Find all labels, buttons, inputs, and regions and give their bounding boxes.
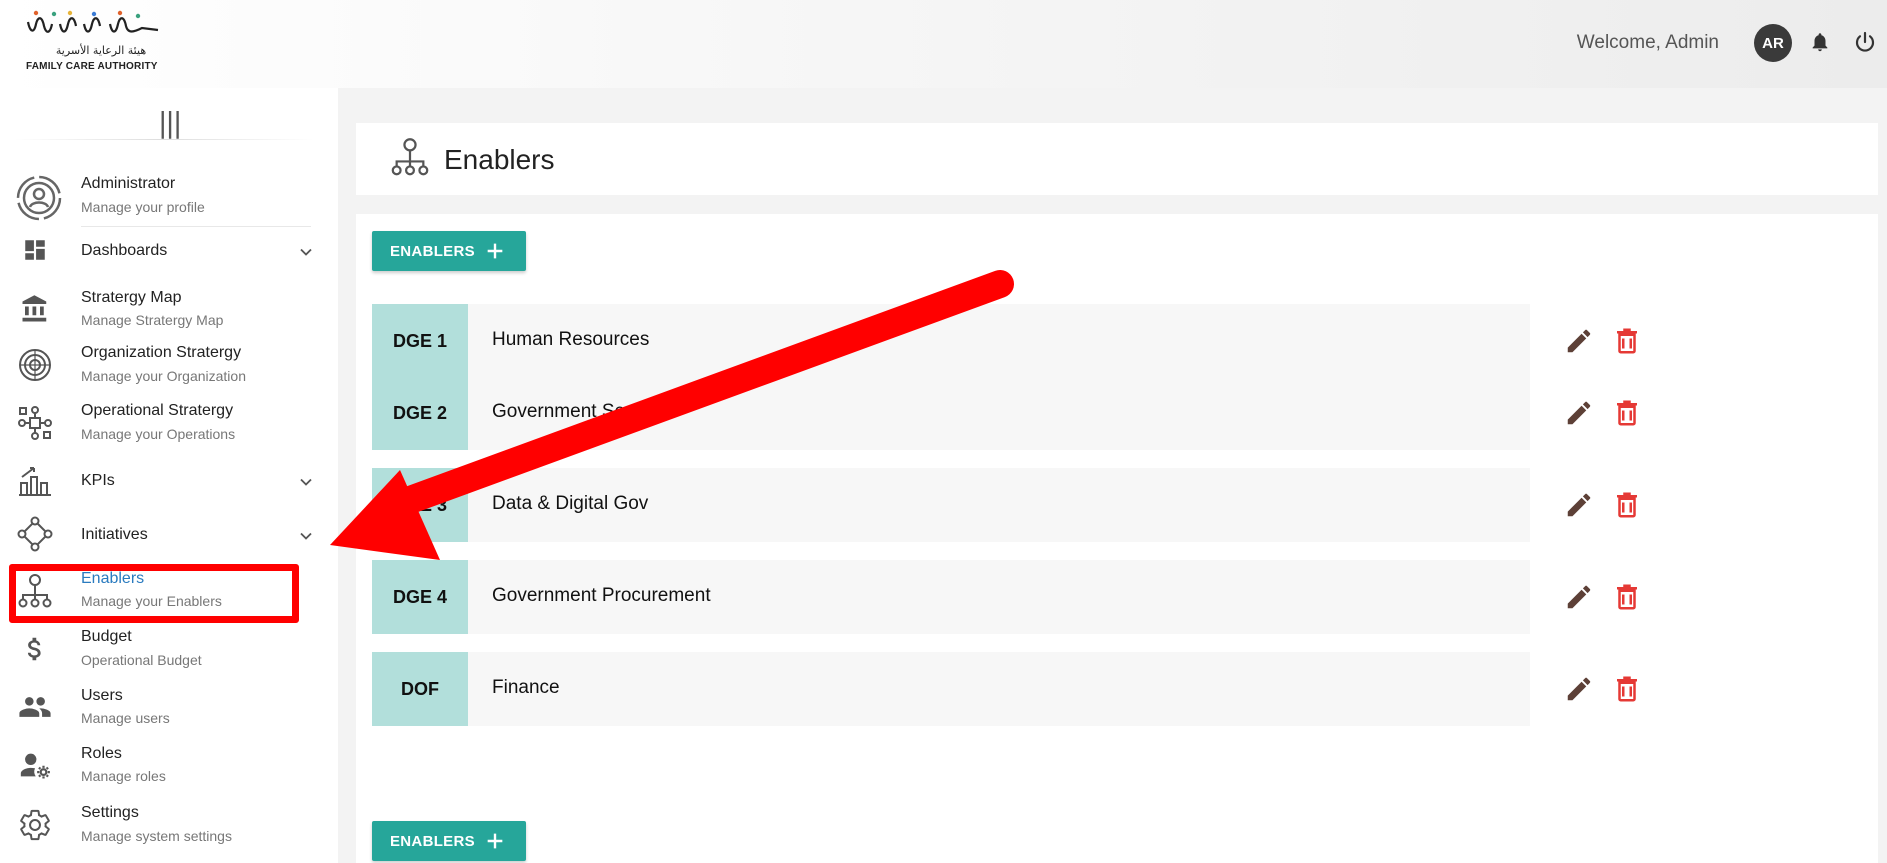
sidebar-item-label: Dashboards xyxy=(81,242,168,259)
sidebar-item-initiatives[interactable]: Initiatives xyxy=(0,512,338,556)
dashboard-icon xyxy=(16,231,54,269)
table-row: DGE 4 Government Procurement xyxy=(372,560,1530,634)
chevron-down-icon[interactable] xyxy=(296,242,316,262)
logo-arabic-text: هيئة الرعاية الأسرية xyxy=(55,44,147,57)
user-circle-icon xyxy=(16,175,62,221)
plus-icon xyxy=(487,833,503,849)
app-header: هيئة الرعاية الأسرية FAMILY CARE AUTHORI… xyxy=(0,0,1887,88)
logo-english-text: FAMILY CARE AUTHORITY xyxy=(26,61,158,72)
delete-icon[interactable] xyxy=(1612,582,1642,612)
gear-icon xyxy=(16,806,54,844)
hierarchy-icon xyxy=(391,138,429,176)
enablers-list-card: ENABLERS DGE 1 Human Resources DGE 2 Gov… xyxy=(356,214,1878,863)
annotation-highlight-box xyxy=(9,564,299,623)
power-icon[interactable] xyxy=(1851,28,1879,56)
sidebar-item-operational-stratergy[interactable]: Operational Stratergy Manage your Operat… xyxy=(0,400,338,456)
table-row: DGE 1 Human Resources xyxy=(372,304,1530,378)
sidebar-item-label: Users xyxy=(81,687,123,704)
sidebar-item-label: Stratergy Map xyxy=(81,289,182,306)
chevron-down-icon[interactable] xyxy=(296,472,316,492)
sidebar-item-sublabel: Manage your Operations xyxy=(81,426,236,442)
sidebar-item-label: Initiatives xyxy=(81,526,148,543)
table-row: DGE 2 Government Services xyxy=(372,376,1530,450)
sidebar-item-label: Administrator xyxy=(81,175,176,192)
enabler-code: DGE 1 xyxy=(372,304,468,378)
sidebar-item-settings[interactable]: Settings Manage system settings xyxy=(0,800,338,856)
sidebar-item-sublabel: Manage users xyxy=(81,710,170,726)
sidebar-item-sublabel: Manage Stratergy Map xyxy=(81,312,224,328)
sidebar-item-sublabel: Manage system settings xyxy=(81,828,232,844)
edit-icon[interactable] xyxy=(1564,398,1594,428)
page-header-card: Enablers xyxy=(356,123,1878,195)
enabler-code: DOF xyxy=(372,652,468,726)
enabler-name: Data & Digital Gov xyxy=(492,493,649,514)
add-button-label: ENABLERS xyxy=(390,242,475,260)
sidebar-item-sublabel: Operational Budget xyxy=(81,652,202,668)
delete-icon[interactable] xyxy=(1612,490,1642,520)
welcome-text: Welcome, Admin xyxy=(1576,32,1719,53)
edit-icon[interactable] xyxy=(1564,490,1594,520)
diamond-nodes-icon xyxy=(16,515,54,553)
sidebar-item-sublabel: Manage roles xyxy=(81,768,166,784)
users-icon xyxy=(16,688,54,726)
sidebar-item-kpis[interactable]: KPIs xyxy=(0,458,338,502)
divider xyxy=(14,139,314,140)
enabler-name: Finance xyxy=(492,677,560,698)
delete-icon[interactable] xyxy=(1612,326,1642,356)
network-icon xyxy=(16,404,54,442)
chevron-down-icon[interactable] xyxy=(296,526,316,546)
enabler-code: DGE 3 xyxy=(372,468,468,542)
sidebar-item-roles[interactable]: Roles Manage roles xyxy=(0,740,338,796)
sidebar-item-label: Operational Stratergy xyxy=(81,402,234,419)
add-enabler-button-bottom[interactable]: ENABLERS xyxy=(372,821,526,861)
sidebar-item-dashboards[interactable]: Dashboards xyxy=(0,228,338,272)
sidebar: ||| Administrator Manage your profile Da… xyxy=(0,88,338,863)
target-icon xyxy=(16,346,54,384)
main-content: Enablers ENABLERS DGE 1 Human Resources … xyxy=(338,88,1887,863)
dollar-icon xyxy=(16,630,54,668)
bell-icon[interactable] xyxy=(1806,28,1834,56)
bank-icon xyxy=(16,290,54,328)
edit-icon[interactable] xyxy=(1564,582,1594,612)
plus-icon xyxy=(487,243,503,259)
sidebar-collapse-toggle[interactable]: ||| xyxy=(158,106,182,139)
sidebar-item-label: Roles xyxy=(81,745,122,762)
add-button-label: ENABLERS xyxy=(390,832,475,850)
sidebar-item-label: Settings xyxy=(81,804,139,821)
family-care-authority-logo[interactable]: هيئة الرعاية الأسرية FAMILY CARE AUTHORI… xyxy=(24,8,164,72)
sidebar-item-users[interactable]: Users Manage users xyxy=(0,682,338,738)
sidebar-item-label: KPIs xyxy=(81,472,115,489)
delete-icon[interactable] xyxy=(1612,398,1642,428)
add-enabler-button-top[interactable]: ENABLERS xyxy=(372,231,526,271)
sidebar-item-label: Budget xyxy=(81,628,132,645)
edit-icon[interactable] xyxy=(1564,674,1594,704)
enabler-name: Government Services xyxy=(492,401,675,422)
divider xyxy=(81,226,311,227)
logo-mark-icon xyxy=(26,10,159,33)
table-row: DGE 3 Data & Digital Gov xyxy=(372,468,1530,542)
sidebar-item-sublabel: Manage your Organization xyxy=(81,368,246,384)
sidebar-item-label: Organization Stratergy xyxy=(81,344,242,361)
delete-icon[interactable] xyxy=(1612,674,1642,704)
sidebar-item-sublabel: Manage your profile xyxy=(81,199,205,215)
edit-icon[interactable] xyxy=(1564,326,1594,356)
enabler-code: DGE 4 xyxy=(372,560,468,634)
enabler-name: Human Resources xyxy=(492,329,650,350)
chart-growth-icon xyxy=(16,461,54,499)
avatar[interactable]: AR xyxy=(1754,24,1792,62)
sidebar-item-administrator[interactable]: Administrator Manage your profile xyxy=(0,166,338,226)
sidebar-item-budget[interactable]: Budget Operational Budget xyxy=(0,624,338,680)
enabler-name: Government Procurement xyxy=(492,585,711,606)
sidebar-item-stratergy-map[interactable]: Stratergy Map Manage Stratergy Map xyxy=(0,284,338,340)
user-gear-icon xyxy=(16,746,54,784)
table-row: DOF Finance xyxy=(372,652,1530,726)
sidebar-item-organization-stratergy[interactable]: Organization Stratergy Manage your Organ… xyxy=(0,342,338,398)
page-title: Enablers xyxy=(444,144,555,175)
enabler-code: DGE 2 xyxy=(372,376,468,450)
